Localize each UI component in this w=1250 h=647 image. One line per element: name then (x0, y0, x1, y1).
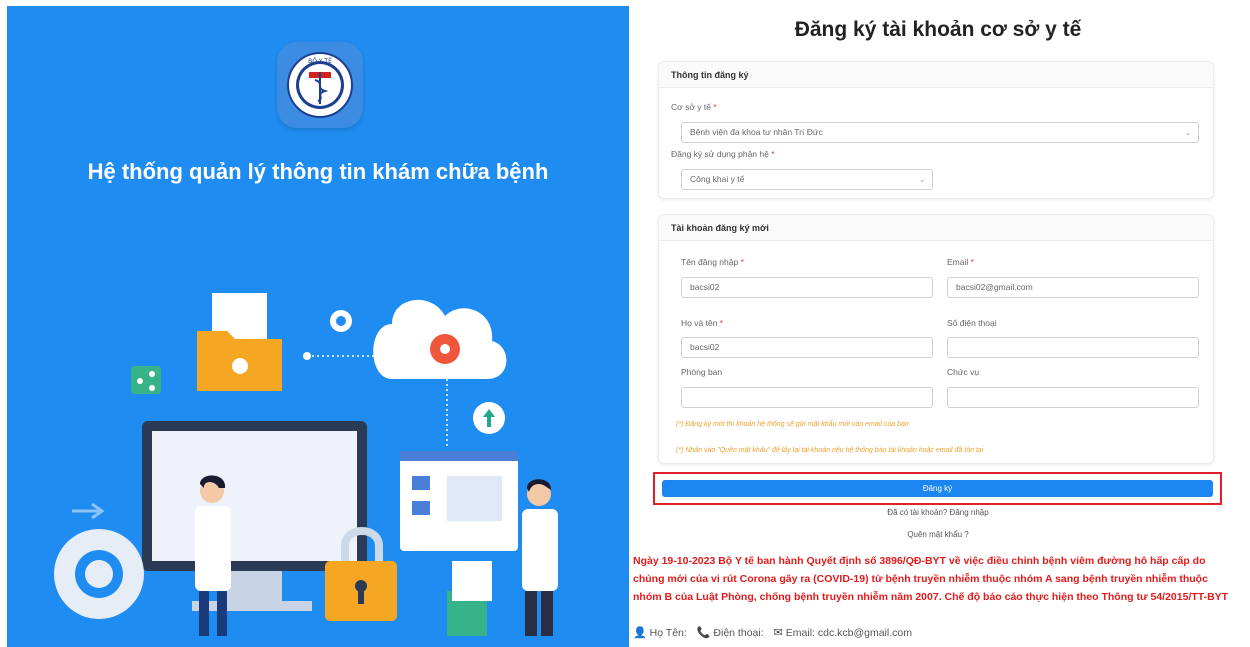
large-gear-icon (54, 529, 144, 619)
covid-announcement: Ngày 19-10-2023 Bộ Y tế ban hành Quyết đ… (633, 555, 1229, 603)
register-button[interactable]: Đăng ký (662, 480, 1213, 497)
upload-icon (473, 402, 505, 434)
medical-illustration (54, 293, 558, 636)
registration-form-panel: Đăng ký tài khoản cơ sở y tế Thông tin đ… (633, 0, 1250, 647)
module-label: Đăng ký sử dụng phân hệ * (671, 149, 775, 159)
mail-icon: ✉ (773, 627, 783, 639)
forgot-password-link[interactable]: Quên mật khẩu ? (640, 530, 1236, 539)
browser-window-illustration (400, 451, 518, 551)
username-input[interactable]: bacsi02 (681, 277, 933, 298)
folder-icon (197, 293, 282, 391)
required-mark: * (713, 102, 717, 112)
position-input[interactable] (947, 387, 1199, 408)
required-mark: * (740, 257, 744, 267)
share-icon (131, 366, 161, 394)
male-doctor-figure (522, 479, 558, 636)
department-label: Phòng ban (681, 367, 723, 377)
contact-info: 👤 Họ Tên: 📞 Điện thoại: ✉ Email: cdc.kcb… (633, 627, 912, 639)
new-account-heading: Tài khoản đăng ký mới (659, 215, 1213, 241)
phone-input[interactable] (947, 337, 1199, 358)
position-label: Chức vụ (947, 367, 980, 377)
registration-info-heading: Thông tin đăng ký (659, 62, 1213, 88)
file-stack-icon (447, 561, 492, 636)
registration-info-card: Thông tin đăng ký Cơ sở y tế * Bệnh viện… (658, 61, 1214, 199)
fullname-label: Họ và tên * (681, 318, 724, 328)
required-mark: * (970, 257, 974, 267)
module-select[interactable]: Công khai y tế ⌄ (681, 169, 933, 190)
required-mark: * (771, 149, 775, 159)
required-mark: * (719, 318, 724, 328)
registration-page: BỘ Y TẾ Hệ thống quản lý thông tin khám … (0, 0, 1250, 647)
phone-label: Số điện thoại (947, 318, 997, 328)
cloud-icon (373, 299, 507, 379)
form-title: Đăng ký tài khoản cơ sở y tế (794, 18, 1082, 41)
user-icon: 👤 (633, 627, 647, 639)
facility-label: Cơ sở y tế * (671, 102, 717, 112)
small-gear-icon (330, 310, 352, 332)
password-email-note: (*) Đăng ký mới thì khoản hệ thống sẽ gử… (676, 421, 909, 428)
email-label: Email * (947, 257, 974, 267)
fullname-input[interactable]: bacsi02 (681, 337, 933, 358)
submit-highlight-box: Đăng ký (653, 472, 1222, 505)
chevron-down-icon: ⌄ (918, 174, 926, 184)
department-input[interactable] (681, 387, 933, 408)
forgot-password-note: (*) Nhấn vào "Quên mật khẩu" để lấy lại … (676, 447, 984, 454)
chevron-down-icon: ⌄ (1184, 127, 1192, 137)
login-link[interactable]: Đã có tài khoản? Đăng nhập (640, 508, 1236, 517)
phone-icon: 📞 (696, 627, 711, 639)
email-input[interactable]: bacsi02@gmail.com (947, 277, 1199, 298)
facility-select[interactable]: Bệnh viện đa khoa tư nhân Trí Đức ⌄ (681, 122, 1199, 143)
username-label: Tên đăng nhập * (681, 257, 744, 267)
left-hero-panel: BỘ Y TẾ Hệ thống quản lý thông tin khám … (7, 6, 629, 647)
